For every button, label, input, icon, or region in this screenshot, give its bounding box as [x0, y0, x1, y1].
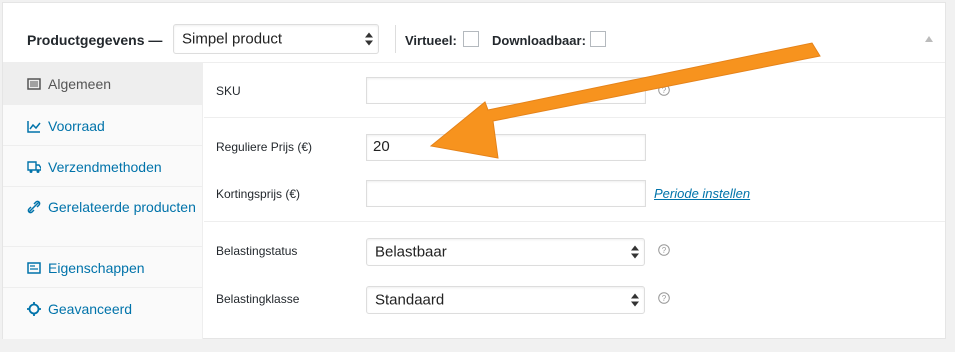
tab-inventory[interactable]: Voorraad: [3, 105, 203, 146]
svg-text:?: ?: [662, 294, 667, 303]
collapse-toggle-icon[interactable]: [925, 36, 933, 42]
help-icon[interactable]: ?: [658, 292, 670, 304]
tax-class-select[interactable]: Standaard: [366, 286, 645, 314]
tab-attributes[interactable]: Eigenschappen: [3, 247, 203, 288]
help-icon[interactable]: ?: [658, 244, 670, 256]
regular-price-input[interactable]: [373, 138, 639, 155]
header-divider: [395, 25, 396, 53]
select-arrows-icon: [631, 293, 639, 307]
tab-label: Voorraad: [48, 118, 105, 134]
truck-icon: [27, 161, 41, 173]
attributes-icon: [27, 262, 41, 274]
regular-price-label: Reguliere Prijs (€): [216, 140, 313, 154]
virtual-label: Virtueel:: [405, 33, 457, 48]
downloadable-label: Downloadbaar:: [492, 33, 586, 48]
virtual-checkbox[interactable]: [463, 31, 479, 47]
pricing-group: Reguliere Prijs (€) Kortingsprijs (€) Pe…: [204, 118, 945, 222]
panel-title: Productgegevens —: [27, 32, 163, 48]
svg-text:?: ?: [662, 86, 667, 95]
tab-label: Verzendmethoden: [48, 159, 162, 175]
help-icon[interactable]: ?: [658, 84, 670, 96]
tax-group: Belastingstatus Belastbaar ? Belastingkl…: [204, 222, 945, 339]
sku-group: SKU ?: [204, 63, 945, 118]
tab-label: Gerelateerde producten: [48, 199, 196, 215]
sale-price-input[interactable]: [373, 184, 639, 201]
tab-label: Eigenschappen: [48, 260, 145, 276]
downloadable-checkbox[interactable]: [590, 31, 606, 47]
general-options: SKU ? Reguliere Prijs (€) Kortingsprijs …: [204, 63, 945, 339]
schedule-sale-link[interactable]: Periode instellen: [654, 186, 750, 201]
inventory-chart-icon: [27, 121, 41, 133]
product-type-value: Simpel product: [182, 30, 283, 48]
sku-label: SKU: [216, 84, 241, 98]
tab-general[interactable]: Algemeen: [3, 63, 203, 105]
product-type-select[interactable]: Simpel product: [173, 24, 379, 54]
panel-header: Productgegevens — Simpel product Virtuee…: [3, 3, 945, 63]
tab-label: Algemeen: [48, 76, 112, 92]
gear-icon: [27, 302, 41, 316]
product-data-panel: Productgegevens — Simpel product Virtuee…: [2, 2, 946, 339]
tax-status-select[interactable]: Belastbaar: [366, 238, 645, 266]
select-arrows-icon: [365, 32, 373, 46]
product-data-tabs: Algemeen Voorraad Verzendmethoden Gerela…: [3, 63, 203, 339]
select-arrows-icon: [631, 245, 639, 259]
tab-linked-products[interactable]: Gerelateerde producten: [3, 187, 203, 247]
tab-label: Geavanceerd: [48, 301, 133, 317]
tax-status-label: Belastingstatus: [216, 244, 298, 258]
list-icon: [27, 78, 41, 90]
tax-class-label: Belastingklasse: [216, 292, 300, 306]
tab-shipping[interactable]: Verzendmethoden: [3, 146, 203, 187]
sale-price-label: Kortingsprijs (€): [216, 187, 301, 201]
sku-input[interactable]: [373, 81, 639, 98]
tab-advanced[interactable]: Geavanceerd: [3, 288, 203, 329]
sale-price-field[interactable]: [366, 180, 646, 207]
regular-price-field[interactable]: [366, 134, 646, 161]
svg-text:?: ?: [662, 246, 667, 255]
sku-field[interactable]: [366, 77, 646, 104]
tax-class-value: Standaard: [375, 291, 445, 309]
tax-status-value: Belastbaar: [375, 243, 447, 261]
